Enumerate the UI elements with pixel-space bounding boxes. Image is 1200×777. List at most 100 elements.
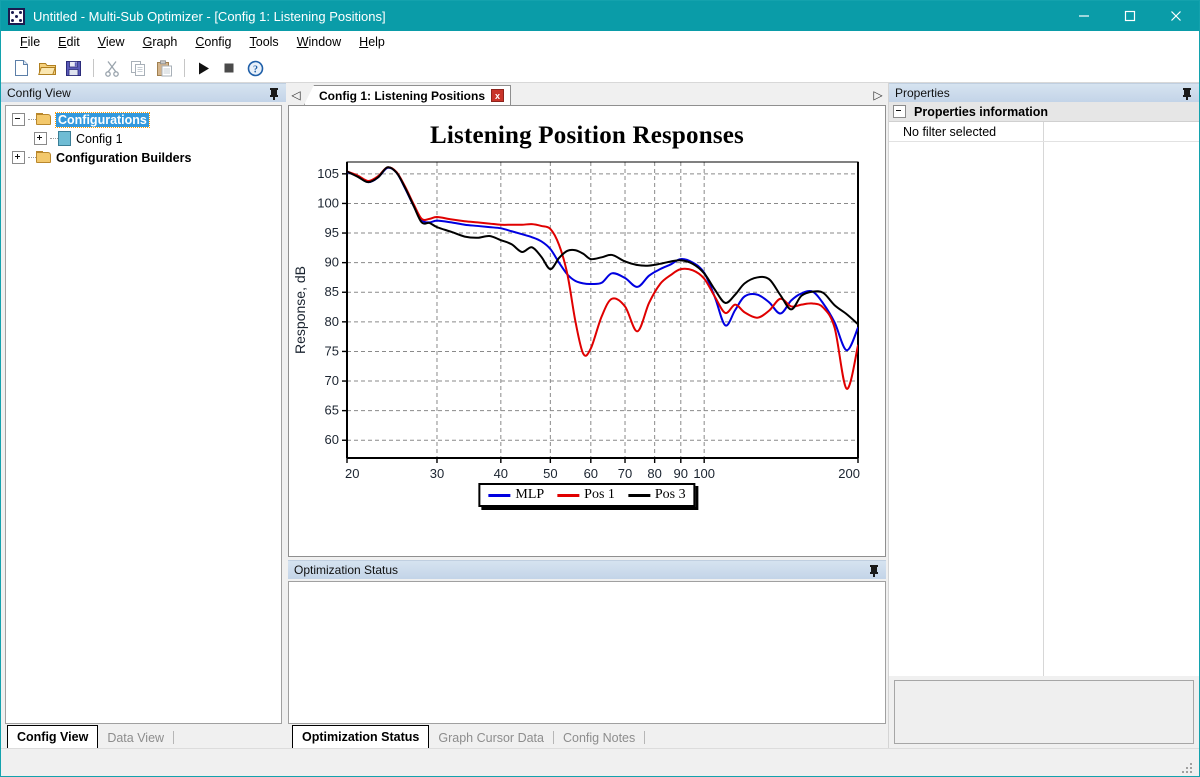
svg-text:?: ? — [253, 64, 258, 75]
chart-document[interactable]: Listening Position Responses 60 65 70 75 80 8… — [288, 106, 886, 557]
properties-description-pane — [894, 680, 1194, 744]
tab-config-notes[interactable]: Config Notes — [554, 727, 644, 748]
menu-tools[interactable]: Tools — [241, 33, 288, 51]
properties-title: Properties — [895, 86, 950, 100]
menu-config[interactable]: Config — [186, 33, 240, 51]
close-icon[interactable]: x — [491, 89, 504, 102]
expander-minus-icon[interactable] — [893, 105, 906, 118]
tree-item-configuration-builders[interactable]: Configuration Builders — [12, 148, 279, 167]
menu-file[interactable]: File — [11, 33, 49, 51]
properties-category-label: Properties information — [914, 104, 1049, 119]
svg-text:75: 75 — [325, 343, 339, 358]
document-icon — [58, 131, 71, 146]
legend-swatch-mlp — [488, 493, 511, 497]
property-name: No filter selected — [889, 122, 1044, 141]
legend-label-mlp: MLP — [515, 487, 545, 502]
menu-edit[interactable]: Edit — [49, 33, 89, 51]
tree-connector — [50, 137, 58, 140]
config-view-dock: Config View Configurations Config 1 Conf… — [1, 83, 286, 748]
save-floppy-icon[interactable] — [61, 56, 85, 80]
minimize-icon[interactable] — [1061, 1, 1107, 31]
run-play-icon[interactable] — [191, 56, 215, 80]
copy-icon[interactable] — [126, 56, 150, 80]
svg-text:90: 90 — [325, 255, 339, 270]
window-controls — [1061, 1, 1199, 31]
legend-item-pos-3: Pos 3 — [627, 487, 686, 503]
svg-text:105: 105 — [317, 166, 339, 181]
properties-category-header[interactable]: Properties information — [889, 102, 1199, 122]
config-tree: Configurations Config 1 Configuration Bu… — [6, 106, 281, 169]
expander-minus-icon[interactable] — [12, 113, 25, 126]
legend-label-pos-3: Pos 3 — [654, 487, 686, 502]
mdi-tab-config-1-listening-positions[interactable]: Config 1: Listening Positions x — [304, 85, 511, 105]
tree-item-configurations[interactable]: Configurations — [12, 110, 279, 129]
scroll-left-icon[interactable]: ◁ — [288, 85, 304, 105]
resize-grip-icon[interactable] — [1182, 760, 1195, 773]
mdi-tab-bar: ◁ Config 1: Listening Positions x ▷ — [288, 83, 886, 106]
auto-hide-pin-icon[interactable] — [268, 87, 280, 100]
title-bar: Untitled - Multi-Sub Optimizer - [Config… — [1, 1, 1199, 31]
tab-graph-cursor-data[interactable]: Graph Cursor Data — [429, 727, 553, 748]
tab-optimization-status[interactable]: Optimization Status — [292, 725, 430, 748]
bottom-tabstrip: Optimization Status Graph Cursor Data Co… — [288, 725, 886, 748]
config-tree-panel[interactable]: Configurations Config 1 Configuration Bu… — [5, 105, 282, 724]
auto-hide-pin-icon[interactable] — [1181, 87, 1193, 100]
menu-file-label: F — [20, 35, 28, 49]
menu-edit-label: E — [58, 35, 67, 49]
menu-file-rest: ile — [27, 35, 41, 49]
svg-text:65: 65 — [325, 403, 339, 418]
new-icon[interactable] — [9, 56, 33, 80]
tree-label-config-1: Config 1 — [76, 131, 123, 146]
svg-text:80: 80 — [325, 314, 339, 329]
tree-label-configurations: Configurations — [55, 111, 150, 128]
menu-help[interactable]: Help — [350, 33, 394, 51]
expander-plus-icon[interactable] — [34, 132, 47, 145]
svg-text:70: 70 — [325, 373, 339, 388]
properties-dock: Properties Properties information No fil… — [888, 83, 1199, 748]
open-folder-icon[interactable] — [35, 56, 59, 80]
paste-icon[interactable] — [152, 56, 176, 80]
properties-empty-left — [889, 142, 1044, 676]
menu-window[interactable]: Window — [288, 33, 350, 51]
auto-hide-pin-icon[interactable] — [868, 564, 880, 577]
tree-connector — [28, 118, 36, 121]
optimization-status-dock: Optimization Status — [288, 560, 886, 724]
tab-separator — [173, 730, 175, 744]
menu-graph-label: G — [142, 35, 153, 49]
menu-graph[interactable]: Graph — [134, 33, 187, 51]
scroll-right-icon[interactable]: ▷ — [870, 85, 886, 105]
svg-text:50: 50 — [543, 466, 557, 481]
maximize-icon[interactable] — [1107, 1, 1153, 31]
tree-label-configuration-builders: Configuration Builders — [56, 150, 192, 165]
chart-title: Listening Position Responses — [430, 122, 744, 149]
help-question-icon[interactable]: ? — [243, 56, 267, 80]
tab-data-view[interactable]: Data View — [98, 727, 173, 748]
cut-scissors-icon[interactable] — [100, 56, 124, 80]
menu-help-label: H — [359, 35, 369, 49]
menu-view[interactable]: View — [89, 33, 134, 51]
property-value[interactable] — [1044, 122, 1199, 141]
optimization-status-output[interactable] — [288, 581, 886, 724]
folder-icon — [36, 113, 52, 126]
tree-item-config-1[interactable]: Config 1 — [12, 129, 279, 148]
close-icon[interactable] — [1153, 1, 1199, 31]
stop-square-icon[interactable] — [217, 56, 241, 80]
svg-text:80: 80 — [647, 466, 661, 481]
svg-text:70: 70 — [618, 466, 632, 481]
response-chart: 60 65 70 75 80 85 90 95 100 105 20 30 40 50 60 70 80 90 10… — [292, 161, 860, 501]
expander-plus-icon[interactable] — [12, 151, 25, 164]
tree-connector — [28, 156, 36, 159]
application-window: Untitled - Multi-Sub Optimizer - [Config… — [0, 0, 1200, 777]
properties-empty-area — [889, 142, 1199, 676]
config-view-caption: Config View — [1, 83, 286, 102]
legend-label-pos-1: Pos 1 — [584, 487, 615, 502]
svg-text:Response, dB: Response, dB — [292, 266, 308, 354]
svg-text:200: 200 — [838, 466, 860, 481]
toolbar-separator — [184, 59, 185, 77]
property-row-no-filter-selected[interactable]: No filter selected — [889, 122, 1199, 142]
svg-text:60: 60 — [584, 466, 598, 481]
tab-config-view[interactable]: Config View — [7, 725, 99, 748]
tab-separator — [644, 730, 646, 744]
properties-grid[interactable]: Properties information No filter selecte… — [889, 102, 1199, 676]
svg-text:30: 30 — [430, 466, 444, 481]
